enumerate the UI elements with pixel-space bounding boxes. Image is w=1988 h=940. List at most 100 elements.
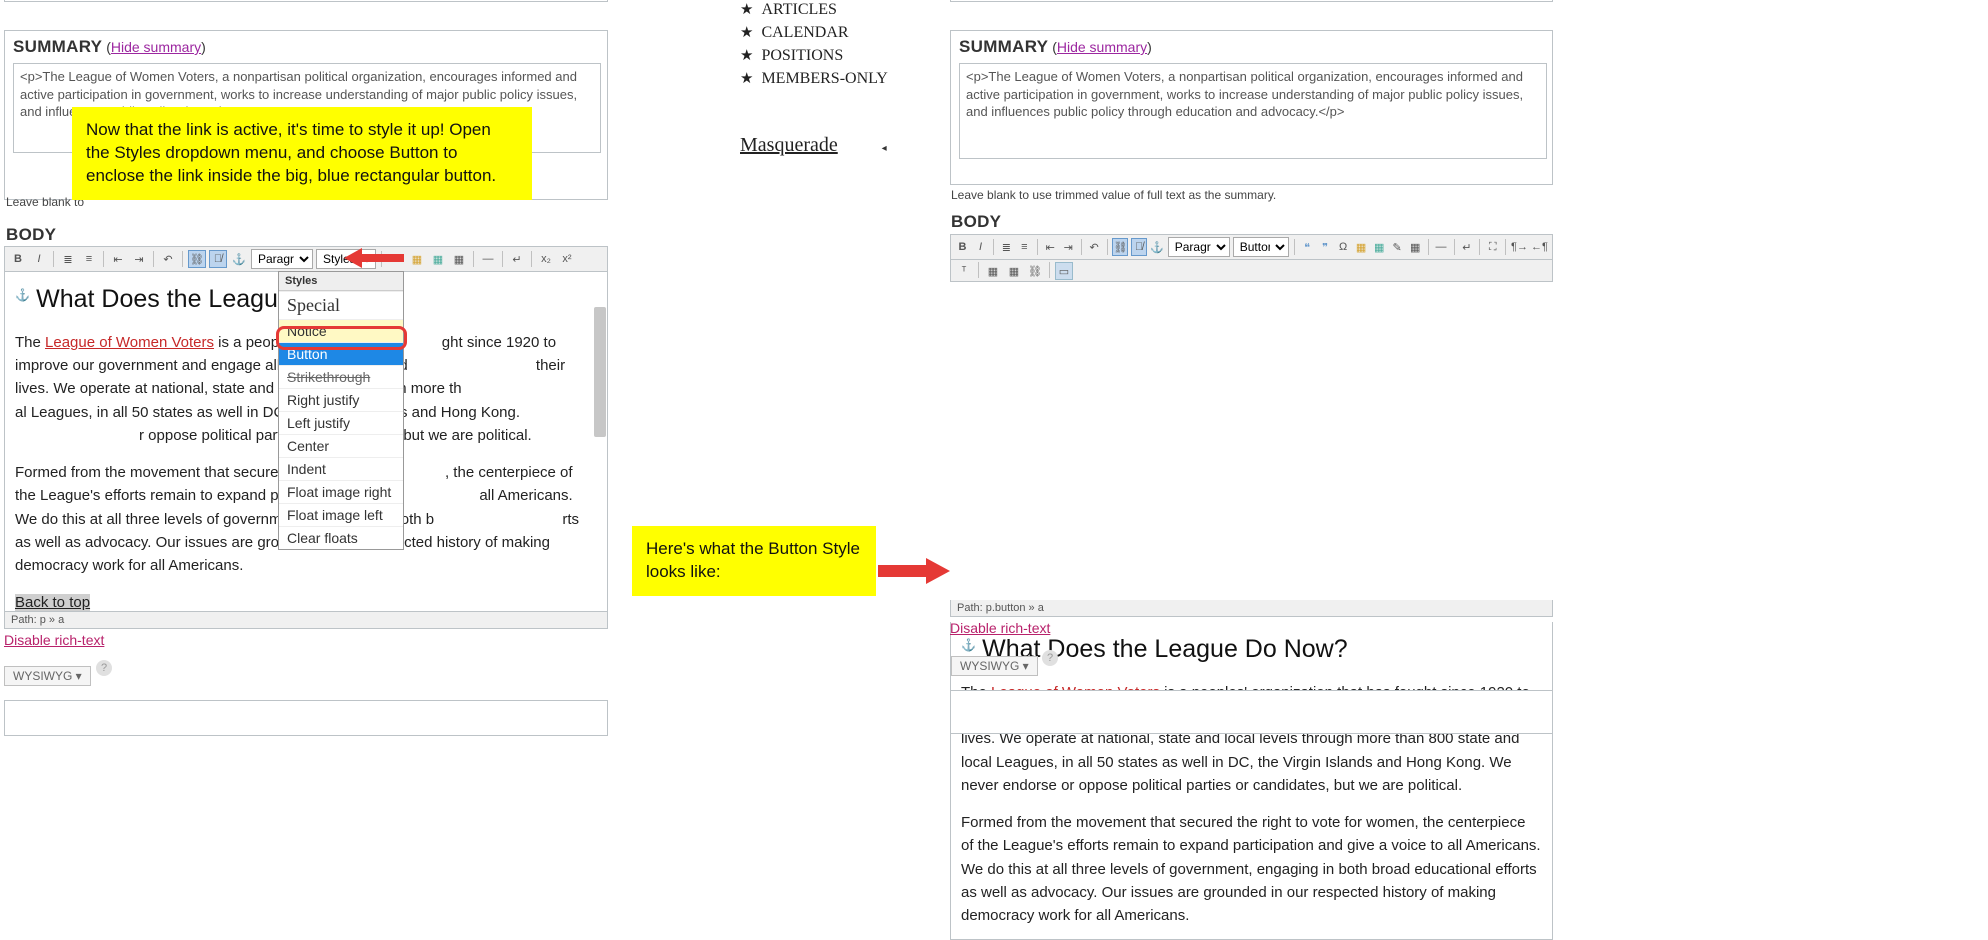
editor-toolbar-right-row2: ᵀ ▦ ▦ ⛓ ▭ <box>950 260 1553 282</box>
omega-icon[interactable]: Ω <box>1336 238 1351 256</box>
image-icon[interactable]: ▦ <box>1354 238 1369 256</box>
number-list-icon[interactable]: ≡ <box>1017 238 1032 256</box>
number-list-icon[interactable]: ≡ <box>80 250 98 268</box>
grid-icon[interactable]: ▦ <box>984 262 1002 280</box>
indent-icon[interactable]: ⇥ <box>1061 238 1076 256</box>
outdent-icon[interactable]: ⇤ <box>109 250 127 268</box>
star-icon: ★ <box>740 23 753 42</box>
callout-2: Here's what the Button Style looks like: <box>632 526 876 596</box>
style-item-notice[interactable]: Notice <box>279 319 403 342</box>
image-icon[interactable]: ▦ <box>408 250 426 268</box>
style-item-clear-floats[interactable]: Clear floats <box>279 526 403 549</box>
rdquo-icon[interactable]: ❞ <box>1318 238 1333 256</box>
anchor-marker-icon: ⚓ <box>15 286 30 305</box>
hide-summary-link-right[interactable]: Hide summary <box>1057 39 1147 55</box>
nav-articles[interactable]: ★ARTICLES <box>740 0 888 19</box>
hide-summary-link[interactable]: Hide summary <box>111 39 201 55</box>
grid2-icon[interactable]: ▦ <box>1005 262 1023 280</box>
format-select-right[interactable]: Paragraph <box>1168 237 1230 257</box>
ldquo-icon[interactable]: ❝ <box>1300 238 1315 256</box>
italic-icon[interactable]: I <box>30 250 48 268</box>
hr-icon[interactable]: — <box>1434 238 1449 256</box>
arrow-pointer-1 <box>344 246 404 270</box>
bullet-list-icon[interactable]: ≣ <box>59 250 77 268</box>
style-item-left-justify[interactable]: Left justify <box>279 411 403 434</box>
tag-icon[interactable]: ▭ <box>1055 262 1073 280</box>
star-icon: ★ <box>740 69 753 88</box>
format-select[interactable]: Paragraph <box>251 249 313 269</box>
disable-richtext-right[interactable]: Disable rich-text <box>950 620 1050 636</box>
ltr-icon[interactable]: ¶→ <box>1511 238 1528 256</box>
editor-toolbar-left: B I ≣ ≡ ⇤ ⇥ ↶ ⛓ ⛓̸ ⚓ Paragraph Styles Ω … <box>4 246 608 272</box>
masquerade-link[interactable]: Masquerade <box>740 134 838 157</box>
style-item-float-left[interactable]: Float image left <box>279 503 403 526</box>
bold-icon[interactable]: B <box>955 238 970 256</box>
top-panel-right <box>950 0 1553 2</box>
italic-icon[interactable]: I <box>973 238 988 256</box>
back-to-top-link[interactable]: Back to top <box>15 594 90 611</box>
summary-heading-right: SUMMARY <box>959 37 1048 56</box>
bottom-panel-right <box>950 690 1553 734</box>
fullscreen-icon[interactable]: ⛶ <box>1485 238 1500 256</box>
summary-panel-right: SUMMARY (Hide summary) <p>The League of … <box>950 30 1553 185</box>
editor-toolbar-right: B I ≣ ≡ ⇤ ⇥ ↶ ⛓ ⛓̸ ⚓ Paragraph Button ❝ … <box>950 234 1553 260</box>
help-icon[interactable]: ? <box>96 660 112 676</box>
link-icon[interactable]: ⛓ <box>188 250 206 268</box>
content-link[interactable]: League of Women Voters <box>45 334 214 351</box>
edit-icon[interactable]: ✎ <box>1390 238 1405 256</box>
bottom-panel-left <box>4 700 608 736</box>
hr-icon[interactable]: — <box>479 250 497 268</box>
wysiwyg-select-right[interactable]: WYSIWYG ▾ <box>951 656 1038 676</box>
summary-textarea-right[interactable]: <p>The League of Women Voters, a nonpart… <box>959 63 1547 159</box>
summary-heading: SUMMARY <box>13 37 102 56</box>
link2-icon[interactable]: ⛓ <box>1026 262 1044 280</box>
path-bar-right: Path: p.button » a <box>950 600 1553 617</box>
styles-select-right[interactable]: Button <box>1233 237 1289 257</box>
nav-members[interactable]: ★MEMBERS-ONLY <box>740 69 888 88</box>
link-icon[interactable]: ⛓ <box>1112 238 1128 256</box>
scrollbar-thumb[interactable] <box>594 307 606 437</box>
style-item-strikethrough[interactable]: Strikethrough <box>279 365 403 388</box>
unlink-icon[interactable]: ⛓̸ <box>209 250 227 268</box>
undo-icon[interactable]: ↶ <box>159 250 177 268</box>
nav-calendar[interactable]: ★CALENDAR <box>740 23 888 42</box>
undo-icon[interactable]: ↶ <box>1087 238 1102 256</box>
anchor-icon[interactable]: ⚓ <box>1150 238 1165 256</box>
style-item-center[interactable]: Center <box>279 434 403 457</box>
editor-body-right[interactable]: ⚓ What Does the League Do Now? The Leagu… <box>950 622 1553 940</box>
indent-icon[interactable]: ⇥ <box>130 250 148 268</box>
break-icon[interactable]: ↵ <box>1459 238 1474 256</box>
unlink-icon[interactable]: ⛓̸ <box>1131 238 1146 256</box>
summary-text-right: <p>The League of Women Voters, a nonpart… <box>966 69 1523 119</box>
disable-richtext-left[interactable]: Disable rich-text <box>4 632 104 648</box>
filter-icon[interactable]: ᵀ <box>955 262 973 280</box>
arrow-pointer-2 <box>878 556 950 586</box>
body-heading-left: BODY <box>6 225 56 245</box>
table-icon[interactable]: ▦ <box>1408 238 1423 256</box>
media-icon[interactable]: ▦ <box>1372 238 1387 256</box>
wysiwyg-select-left[interactable]: WYSIWYG ▾ <box>4 666 91 686</box>
media-icon[interactable]: ▦ <box>429 250 447 268</box>
table-icon[interactable]: ▦ <box>450 250 468 268</box>
star-icon: ★ <box>740 0 753 19</box>
chevron-left-icon: ◂ <box>882 143 887 154</box>
style-item-indent[interactable]: Indent <box>279 457 403 480</box>
bullet-list-icon[interactable]: ≣ <box>999 238 1014 256</box>
styles-dropdown: Styles Special Notice Button Strikethrou… <box>278 271 404 550</box>
summary-hint-right: Leave blank to use trimmed value of full… <box>951 188 1276 202</box>
style-item-float-right[interactable]: Float image right <box>279 480 403 503</box>
bold-icon[interactable]: B <box>9 250 27 268</box>
sub-icon[interactable]: x₂ <box>537 250 555 268</box>
top-panel-left <box>4 0 608 2</box>
style-item-special[interactable]: Special <box>279 291 403 319</box>
rtl-icon[interactable]: ←¶ <box>1531 238 1548 256</box>
anchor-icon[interactable]: ⚓ <box>230 250 248 268</box>
style-item-right-justify[interactable]: Right justify <box>279 388 403 411</box>
style-item-button[interactable]: Button <box>279 342 403 365</box>
nav-positions[interactable]: ★POSITIONS <box>740 46 888 65</box>
body-heading-right: BODY <box>951 212 1001 232</box>
help-icon[interactable]: ? <box>1042 650 1058 666</box>
outdent-icon[interactable]: ⇤ <box>1043 238 1058 256</box>
sup-icon[interactable]: x² <box>558 250 576 268</box>
break-icon[interactable]: ↵ <box>508 250 526 268</box>
